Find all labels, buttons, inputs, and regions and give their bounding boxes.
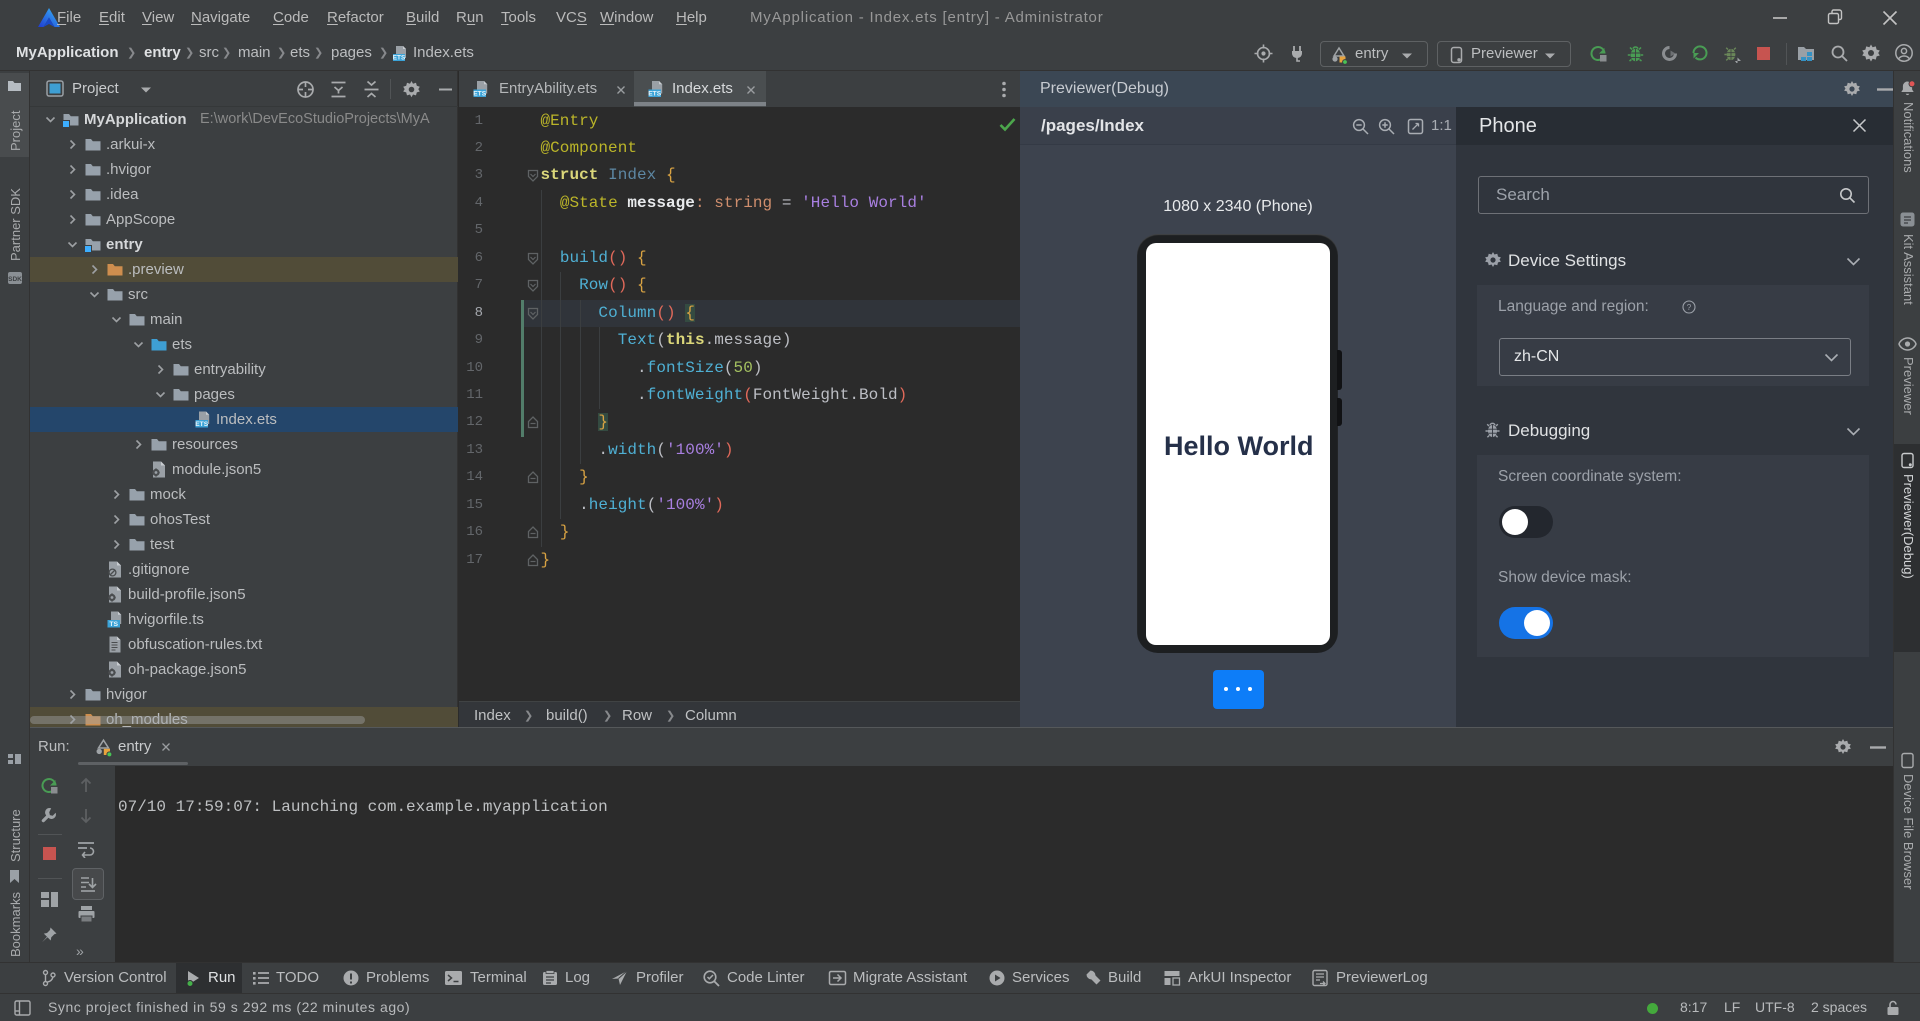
- svg-text:?: ?: [1687, 303, 1692, 312]
- svg-text:ETS: ETS: [648, 91, 661, 98]
- svg-text:SDK: SDK: [8, 276, 22, 283]
- svg-text:ETS: ETS: [393, 55, 406, 62]
- svg-text:TS: TS: [109, 621, 118, 628]
- svg-text:ETS: ETS: [195, 421, 208, 428]
- svg-text:ETS: ETS: [473, 91, 486, 98]
